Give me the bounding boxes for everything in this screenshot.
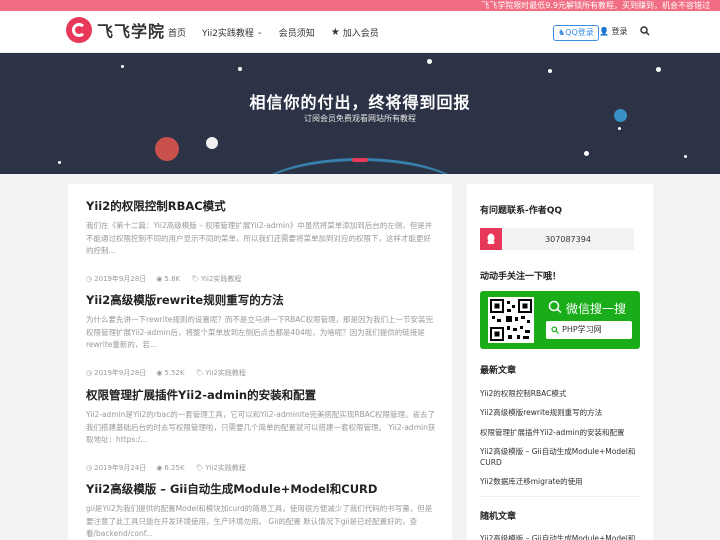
main-nav: 首页 Yii2实践教程 ⌄ 会员须知 ★ 加入会员 bbox=[168, 11, 395, 53]
red-planet bbox=[155, 137, 179, 161]
post-title[interactable]: 权限管理扩展插件Yii2-admin的安装和配置 bbox=[86, 387, 436, 403]
login-label: 登录 bbox=[611, 27, 628, 36]
qq-login-label: QQ登录 bbox=[565, 28, 594, 37]
nav-yii2-label: Yii2实践教程 bbox=[202, 28, 254, 39]
latest-post-link[interactable]: Yii2高级模版rewrite规则重写的方法 bbox=[480, 404, 640, 424]
star-dot bbox=[656, 67, 661, 72]
top-notice-text: 飞飞学院限时最低9.9元解锁所有教程，买到赚到，机会不容错过 bbox=[481, 1, 710, 10]
hero-title: 相信你的付出，终将得到回报 bbox=[249, 93, 471, 112]
post-title[interactable]: Yii2高级模版rewrite规则重写的方法 bbox=[86, 292, 436, 308]
nav-member-notice-label: 会员须知 bbox=[278, 28, 315, 39]
star-icon: ★ bbox=[330, 26, 340, 38]
latest-post-link[interactable]: Yii2高级模版 – Gii自动生成Module+Model和CURD bbox=[480, 443, 640, 473]
top-notice-bar: 飞飞学院限时最低9.9元解锁所有教程，买到赚到，机会不容错过 bbox=[0, 0, 720, 11]
star-dot bbox=[238, 67, 242, 71]
tag-icon: 🏷 bbox=[190, 275, 200, 283]
search-icon[interactable] bbox=[640, 25, 650, 37]
latest-posts-list: Yii2的权限控制RBAC模式 Yii2高级模版rewrite规则重写的方法 权… bbox=[480, 384, 640, 492]
post-excerpt: gii是Yii2为我们提供的配置Model和模块加curd的简易工具，使用很方便… bbox=[86, 504, 433, 538]
qq-login-button[interactable]: ♞QQ登录 bbox=[553, 25, 599, 41]
list-item: 权限管理扩展插件Yii2-admin的安装和配置 Yii2-admin是Yii2… bbox=[86, 387, 436, 473]
user-icon: 👤 bbox=[599, 27, 609, 36]
list-item: Yii2的权限控制RBAC模式 我们在《第十二篇：Yii2高级模版 – 权限管理… bbox=[86, 198, 436, 284]
hero-subtitle: 订阅会员免费观看网站所有教程 bbox=[304, 114, 416, 123]
clock-icon: ◷ bbox=[86, 464, 93, 472]
clock-icon: ◷ bbox=[86, 275, 93, 283]
post-meta: ◷ 2019年9月28日 ◉ 5.52K 🏷 Yii2实践教程 bbox=[86, 368, 436, 378]
eye-icon: ◉ bbox=[156, 275, 163, 283]
post-views: ◉ 6.25K bbox=[156, 464, 185, 472]
latest-post-link[interactable]: 权限管理扩展插件Yii2-admin的安装和配置 bbox=[480, 423, 640, 443]
post-excerpt: 我们在《第十二篇：Yii2高级模版 – 权限管理扩展Yii2-admin》中虽然… bbox=[86, 221, 433, 255]
sidebar: 有问题联系-作者QQ 307087394 动动手关注一下哦！ 微信搜一搜 PHP… bbox=[467, 184, 653, 540]
star-dot bbox=[618, 127, 621, 130]
login-button[interactable]: 👤 登录 bbox=[599, 26, 628, 37]
post-meta: ◷ 2019年9月24日 ◉ 6.25K 🏷 Yii2实践教程 bbox=[86, 463, 436, 473]
post-category[interactable]: 🏷 Yii2实践教程 bbox=[195, 368, 246, 378]
nav-home[interactable]: 首页 bbox=[168, 26, 186, 39]
star-dot bbox=[684, 155, 687, 158]
star-dot bbox=[427, 59, 432, 64]
wechat-search-card[interactable]: 微信搜一搜 PHP学习网 bbox=[480, 291, 640, 349]
qq-number: 307087394 bbox=[545, 234, 591, 244]
post-title[interactable]: Yii2高级模版 – Gii自动生成Module+Model和CURD bbox=[86, 481, 436, 497]
star-dot bbox=[121, 65, 124, 68]
logo-icon bbox=[66, 17, 92, 43]
wechat-search-title: 微信搜一搜 bbox=[566, 302, 627, 316]
wechat-search-field: PHP学习网 bbox=[546, 321, 632, 339]
contact-widget-title: 有问题联系-作者QQ bbox=[480, 206, 563, 216]
qq-icon bbox=[480, 228, 502, 250]
nav-join-member[interactable]: ★ 加入会员 bbox=[331, 26, 379, 39]
wechat-search-text: PHP学习网 bbox=[562, 325, 602, 334]
clock-icon: ◷ bbox=[86, 369, 93, 377]
post-category[interactable]: 🏷 Yii2实践教程 bbox=[195, 463, 246, 473]
search-icon bbox=[551, 326, 559, 334]
random-post-link[interactable]: Yii2高级模版 – Gii自动生成Module+Model和 bbox=[480, 529, 640, 540]
chevron-down-icon: ⌄ bbox=[256, 28, 263, 36]
qq-contact[interactable]: 307087394 bbox=[480, 228, 634, 250]
follow-widget-title: 动动手关注一下哦！ bbox=[480, 272, 562, 282]
tag-icon: 🏷 bbox=[194, 464, 204, 472]
nav-yii2-tutorials[interactable]: Yii2实践教程 ⌄ bbox=[202, 26, 263, 39]
nav-member-notice[interactable]: 会员须知 bbox=[279, 26, 315, 39]
post-excerpt: Yii2-admin是Yii2的rbac的一套管理工具，它可以和Yii2-adm… bbox=[86, 410, 436, 444]
logo-text: 飞飞学院 bbox=[97, 22, 166, 41]
nav-join-label: 加入会员 bbox=[342, 28, 379, 39]
tag-icon: 🏷 bbox=[194, 369, 204, 377]
random-widget-title: 随机文章 bbox=[480, 512, 517, 522]
star-dot bbox=[584, 151, 589, 156]
search-icon bbox=[548, 300, 562, 313]
latest-post-link[interactable]: Yii2数据库迁移migrate的使用 bbox=[480, 473, 640, 493]
list-item: Yii2高级模版rewrite规则重写的方法 为什么要先讲一下rewrite规则… bbox=[86, 292, 436, 378]
post-views: ◉ 5.52K bbox=[156, 369, 185, 377]
white-planet bbox=[206, 137, 218, 149]
star-dot bbox=[548, 69, 552, 73]
site-header: 飞飞学院 首页 Yii2实践教程 ⌄ 会员须知 ★ 加入会员 ♞QQ登录 👤 登录 bbox=[0, 11, 720, 53]
post-title[interactable]: Yii2的权限控制RBAC模式 bbox=[86, 198, 436, 214]
post-date: ◷ 2019年9月24日 bbox=[86, 464, 147, 472]
post-list: Yii2的权限控制RBAC模式 我们在《第十二篇：Yii2高级模版 – 权限管理… bbox=[68, 184, 452, 540]
list-item: Yii2高级模版 – Gii自动生成Module+Model和CURD gii是… bbox=[86, 481, 436, 540]
latest-post-link[interactable]: Yii2的权限控制RBAC模式 bbox=[480, 384, 640, 404]
post-category[interactable]: 🏷 Yii2实践教程 bbox=[190, 274, 241, 284]
post-excerpt: 为什么要先讲一下rewrite规则的设置呢？而不是立马讲一下RBAC权限管理，那… bbox=[86, 315, 433, 349]
post-date: ◷ 2019年9月28日 bbox=[86, 275, 147, 283]
post-meta: ◷ 2019年9月28日 ◉ 5.8K 🏷 Yii2实践教程 bbox=[86, 274, 436, 284]
nav-home-label: 首页 bbox=[168, 28, 187, 39]
hero-banner: 相信你的付出，终将得到回报 订阅会员免费观看网站所有教程 bbox=[0, 53, 720, 174]
hero-indicator bbox=[352, 158, 368, 162]
post-views: ◉ 5.8K bbox=[156, 275, 181, 283]
latest-widget-title: 最新文章 bbox=[480, 366, 517, 376]
eye-icon: ◉ bbox=[156, 464, 163, 472]
site-logo[interactable]: 飞飞学院 bbox=[66, 17, 165, 43]
eye-icon: ◉ bbox=[156, 369, 163, 377]
star-dot bbox=[58, 161, 61, 164]
post-date: ◷ 2019年9月28日 bbox=[86, 369, 147, 377]
divider bbox=[480, 496, 640, 497]
random-posts-list: Yii2高级模版 – Gii自动生成Module+Model和 bbox=[480, 529, 640, 540]
qr-code-icon bbox=[488, 297, 534, 343]
